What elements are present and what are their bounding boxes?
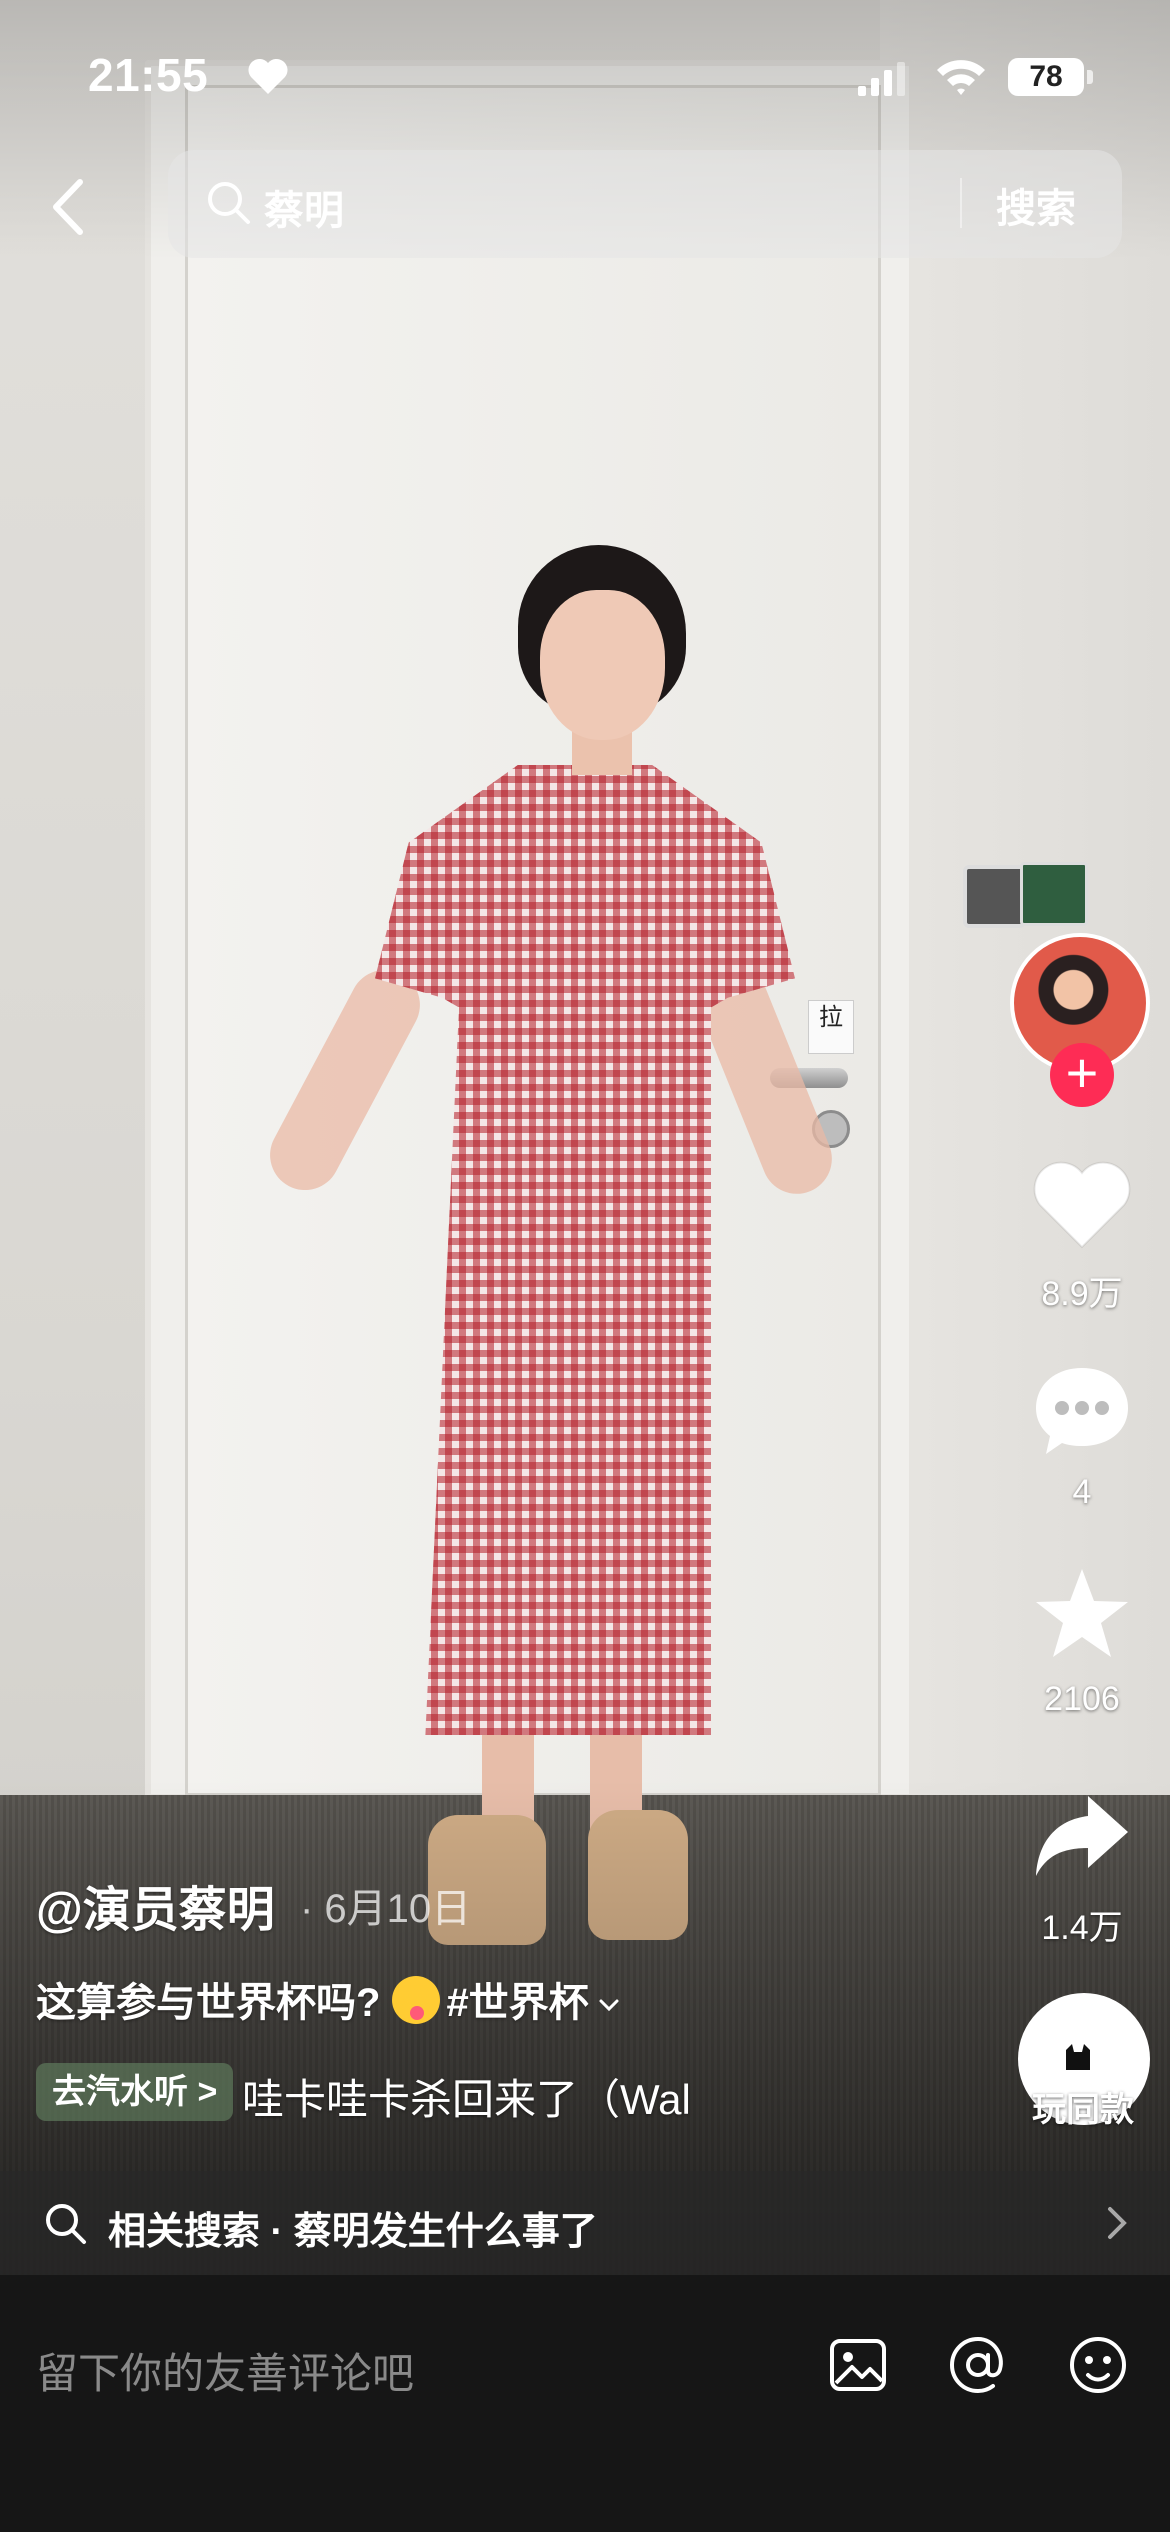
mention-at-icon[interactable]: [946, 2333, 1010, 2397]
music-title[interactable]: 哇卡哇卡杀回来了（Wal: [242, 2066, 691, 2127]
search-divider: [960, 178, 962, 228]
chevron-down-icon[interactable]: [597, 1993, 621, 2017]
search-input[interactable]: 蔡明: [264, 178, 344, 236]
comment-bar: [0, 2275, 1170, 2532]
back-arrow-icon[interactable]: [40, 172, 100, 242]
cellular-signal-icon: [858, 62, 905, 96]
like-heart-icon[interactable]: [1030, 1155, 1134, 1255]
image-picker-icon[interactable]: [826, 2333, 890, 2397]
comment-input[interactable]: 留下你的友善评论吧: [36, 2340, 414, 2401]
chevron-right-icon[interactable]: [1102, 2205, 1132, 2241]
tongue-emoji-icon: [392, 1976, 441, 2024]
door-sign: 拉: [808, 1000, 854, 1054]
post-caption[interactable]: 这算参与世界杯吗? #世界杯: [36, 1970, 621, 2028]
battery-cap: [1087, 70, 1093, 84]
person-face: [540, 590, 665, 740]
search-button[interactable]: 搜索: [996, 176, 1076, 234]
wifi-icon: [937, 60, 985, 95]
hashtag-link[interactable]: #世界杯: [446, 1981, 588, 2025]
comment-bubble-icon[interactable]: [1030, 1360, 1134, 1460]
heart-status-icon: [248, 58, 288, 94]
related-search-text[interactable]: 相关搜索 · 蔡明发生什么事了: [108, 2200, 598, 2255]
remix-label[interactable]: 玩同款: [998, 2082, 1168, 2131]
search-icon: [46, 2204, 86, 2244]
favorite-star-icon[interactable]: [1030, 1563, 1134, 1663]
share-arrow-icon[interactable]: [1030, 1786, 1134, 1886]
search-icon: [208, 182, 250, 224]
music-app-chip[interactable]: 去汽水听 >: [36, 2063, 234, 2121]
wall-panel: [1020, 862, 1088, 926]
post-date: · 6月10日: [300, 1887, 472, 1931]
status-time: 21:55: [88, 49, 209, 101]
wall-switch: [963, 865, 1026, 928]
share-count: 1.4万: [1041, 1909, 1123, 1947]
author-name[interactable]: @演员蔡明: [36, 1870, 275, 1940]
cat-icon: [1066, 2044, 1090, 2070]
like-count: 8.9万: [1041, 1275, 1123, 1313]
battery-indicator: 78: [1008, 58, 1084, 96]
caption-text: 这算参与世界杯吗?: [36, 1981, 381, 2025]
comment-count: 4: [1072, 1473, 1092, 1511]
favorite-count: 2106: [1044, 1680, 1120, 1718]
follow-plus-button[interactable]: +: [1050, 1043, 1114, 1107]
emoji-face-icon[interactable]: [1066, 2333, 1130, 2397]
